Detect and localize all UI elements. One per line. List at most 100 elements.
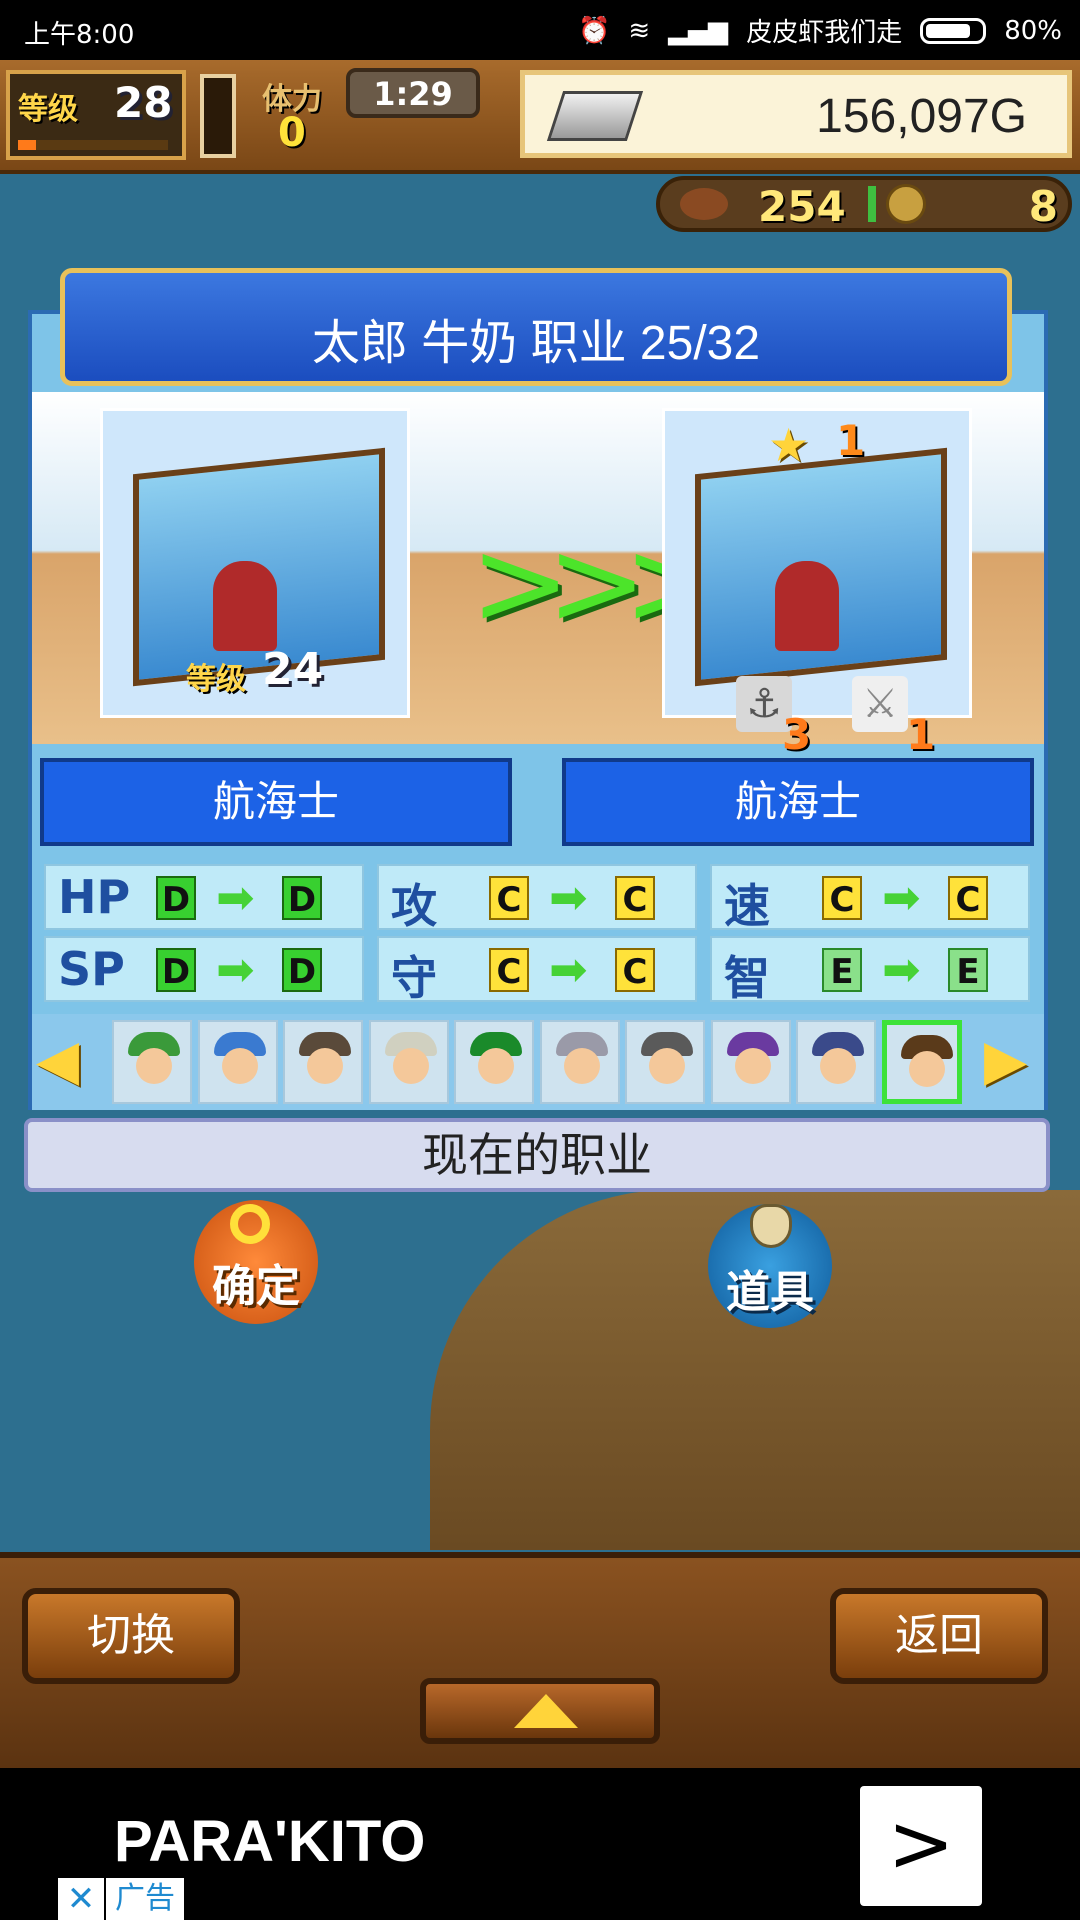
alarm-icon: ⏰ [578,15,611,46]
stamina-timer: 1:29 [346,68,480,118]
character-slot[interactable] [368,1020,449,1104]
character-sprite [775,561,839,651]
character-slot[interactable] [710,1020,791,1104]
stat-name: 智 [724,951,770,1005]
medal-coin-icon [886,184,926,224]
sword-icon: ⚔ [852,676,908,732]
strip-scroll-left-icon[interactable]: ◀ [36,1028,79,1093]
character-slot[interactable] [197,1020,278,1104]
character-face [478,1048,514,1084]
strip-scroll-right-icon[interactable]: ▶ [984,1028,1027,1093]
status-time: 上午8:00 [24,20,135,50]
current-job-button[interactable]: 航海士 [40,758,512,846]
stat-cell: HP D ➡ D [44,864,364,930]
triangle-up-icon [514,1694,578,1728]
top-hud: 等级 28 体力 0 1:29 156,097G [0,60,1080,174]
resources-row: 254 8 [656,176,1072,232]
stat-grade-from: C [489,948,529,992]
character-face [307,1048,343,1084]
stat-grade-to: C [615,948,655,992]
stat-grade-from: E [822,948,862,992]
panel-title-banner: 太郎 牛奶 职业 25/32 [60,268,1012,386]
stat-grade-to: E [948,948,988,992]
battery-icon [920,17,987,44]
character-face [392,1048,429,1084]
stat-grade-to: C [615,876,655,920]
panel-title: 太郎 牛奶 职业 25/32 [311,317,761,370]
stat-grade-to: D [282,948,322,992]
stat-cell: 智 E ➡ E [710,936,1030,1005]
character-face [908,1051,945,1087]
stat-name: 速 [724,879,770,933]
stat-cell: 速 C ➡ C [710,864,1030,933]
confirm-label: 确定 [212,1261,300,1312]
stat-name: SP [58,942,125,996]
signal-icon: ▂▄▆ [668,15,729,46]
silver-ingot-icon [546,91,644,141]
star-count: 1 [836,416,866,465]
stat-grade-from: C [489,876,529,920]
food-amount: 254 [758,182,846,231]
arrow-right-icon: ➡ [549,870,588,924]
meat-icon [680,188,728,220]
arrow-right-icon: ➡ [216,942,255,996]
bottom-action-bar: 切换 返回 [0,1552,1080,1774]
stamina-value: 0 [278,110,306,156]
stat-cell: SP D ➡ D [44,936,364,1002]
character-face [734,1048,771,1084]
new-job-portrait [662,408,972,718]
character-slot[interactable] [796,1020,876,1104]
expand-menu-button[interactable] [420,1678,660,1744]
portrait-level-label: 等级 [186,662,246,697]
character-slot[interactable] [539,1020,620,1104]
stat-grade-to: D [282,876,322,920]
gold-amount: 156,097G [816,90,1027,143]
stat-grade-from: C [822,876,862,920]
circle-o-icon [230,1204,270,1244]
character-slot[interactable] [283,1020,363,1104]
status-icons: ⏰ ≋ ▂▄▆ 皮皮虾我们走 80% [578,12,1062,49]
wifi-icon: ≋ [628,15,651,46]
carrier-name: 皮皮虾我们走 [746,18,903,48]
stat-grade-from: D [156,948,196,992]
arrow-right-icon: ➡ [882,870,921,924]
stat-name: 攻 [391,879,437,933]
arrow-right-icon: ➡ [549,942,588,996]
character-slot[interactable] [625,1020,705,1104]
character-slot[interactable] [112,1020,192,1104]
current-job-portrait [100,408,410,718]
level-progress-fill [18,140,36,150]
chevron-right-icon[interactable]: > [860,1786,982,1906]
star-icon: ★ [768,418,810,472]
ad-banner[interactable]: PARA'KITO > ✕ 广告 [0,1768,1080,1920]
items-button[interactable]: 道具 [708,1204,832,1328]
stat-grade-from: D [156,876,196,920]
stats-grid: HP D ➡ D 攻 C ➡ C 速 C ➡ C SP D ➡ D 守 C ➡ C 智 E ➡ E [44,864,1030,1012]
resource-divider [868,186,876,222]
stat-name: HP [58,870,131,924]
confirm-button[interactable]: 确定 [194,1200,318,1324]
items-label: 道具 [726,1267,814,1318]
character-sprite [213,561,277,651]
target-job-button[interactable]: 航海士 [562,758,1034,846]
back-button[interactable]: 返回 [830,1588,1048,1684]
current-job-label-bar: 现在的职业 [24,1118,1050,1192]
item-bag-icon [750,1204,792,1248]
ad-brand-text: PARA'KITO [114,1809,426,1874]
gold-box: 156,097G [520,70,1072,158]
ad-tag-label: 广告 [106,1878,184,1920]
stat-name: 守 [391,951,437,1005]
character-face [563,1048,600,1084]
level-label: 等级 [18,92,78,127]
status-bar: 上午8:00 ⏰ ≋ ▂▄▆ 皮皮虾我们走 80% [0,0,1080,60]
stamina-gauge [200,74,236,158]
character-slot[interactable] [454,1020,534,1104]
stat-grade-to: C [948,876,988,920]
arrow-right-icon: ➡ [216,870,255,924]
switch-button[interactable]: 切换 [22,1588,240,1684]
level-value: 28 [114,78,173,127]
portrait-level-value: 24 [262,644,324,695]
character-slot-selected[interactable] [881,1020,962,1104]
close-icon[interactable]: ✕ [58,1878,104,1920]
player-level-box: 等级 28 [6,70,186,160]
